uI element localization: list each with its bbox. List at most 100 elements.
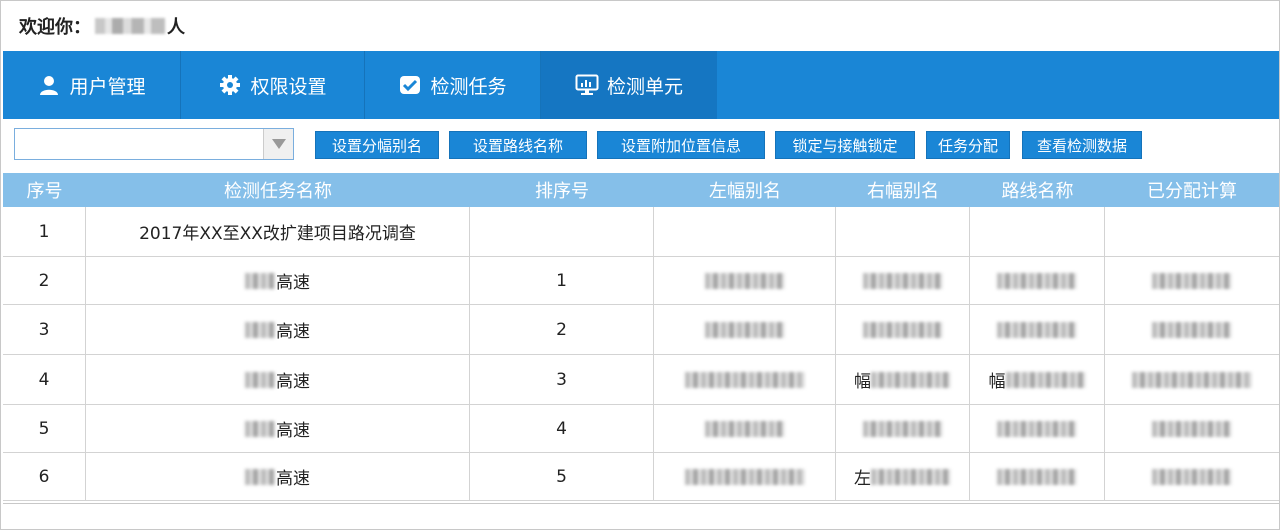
cell-index: 6 xyxy=(3,453,86,500)
welcome-bar: 欢迎你： 人 xyxy=(19,13,185,39)
col-header-sort[interactable]: 排序号 xyxy=(470,173,654,207)
cell-sort: 1 xyxy=(470,257,654,304)
masked-text xyxy=(871,468,951,485)
checkbox-icon xyxy=(398,73,422,97)
cell-left-alias xyxy=(654,355,836,404)
lock-unlock-button[interactable]: 锁定与接触锁定 xyxy=(775,131,915,159)
cell-index: 1 xyxy=(3,207,86,256)
cell-right-alias xyxy=(836,405,970,452)
masked-text xyxy=(245,272,275,289)
masked-username xyxy=(95,18,165,34)
cell-route-name xyxy=(970,257,1105,304)
tab-user-management[interactable]: 用户管理 xyxy=(3,51,181,119)
cell-right-alias xyxy=(836,305,970,354)
tab-label: 用户管理 xyxy=(69,75,146,98)
cell-assigned xyxy=(1105,257,1279,304)
set-route-name-button[interactable]: 设置路线名称 xyxy=(449,131,587,159)
masked-text xyxy=(997,272,1077,289)
tab-label: 检测单元 xyxy=(606,75,683,98)
cell-task-name: 高速 xyxy=(86,355,470,404)
view-data-button[interactable]: 查看检测数据 xyxy=(1022,131,1142,159)
tab-inspection-units[interactable]: 检测单元 xyxy=(541,51,717,119)
task-select[interactable] xyxy=(14,128,294,160)
task-assign-button[interactable]: 任务分配 xyxy=(926,131,1010,159)
main-nav: 用户管理 权限设置 检测任务 检测单元 xyxy=(3,51,1279,119)
masked-text xyxy=(862,272,943,289)
masked-text xyxy=(997,420,1077,437)
col-header-assigned[interactable]: 已分配计算 xyxy=(1105,173,1279,207)
col-header-right-alias[interactable]: 右幅别名 xyxy=(836,173,970,207)
cell-sort xyxy=(470,207,654,256)
table-row[interactable]: 4 高速 3 幅 幅 xyxy=(3,355,1279,405)
table-header: 序号 检测任务名称 排序号 左幅别名 右幅别名 路线名称 已分配计算 xyxy=(3,173,1279,207)
masked-text xyxy=(1132,371,1252,388)
col-header-route-name[interactable]: 路线名称 xyxy=(970,173,1105,207)
toolbar: 设置分幅别名 设置路线名称 设置附加位置信息 锁定与接触锁定 任务分配 查看检测… xyxy=(1,121,1280,171)
masked-text xyxy=(684,371,805,388)
user-icon xyxy=(37,73,61,97)
masked-text xyxy=(1005,371,1086,388)
table-body: 1 2017年XX至XX改扩建项目路况调查 2 高速 1 3 高速 2 4 高速… xyxy=(3,207,1279,501)
cell-index: 2 xyxy=(3,257,86,304)
tab-label: 检测任务 xyxy=(430,75,507,98)
tab-permission-settings[interactable]: 权限设置 xyxy=(181,51,365,119)
cell-route-name xyxy=(970,405,1105,452)
cell-route-name xyxy=(970,453,1105,500)
table-row[interactable]: 3 高速 2 xyxy=(3,305,1279,355)
cell-left-alias xyxy=(654,257,836,304)
table-row[interactable]: 5 高速 4 xyxy=(3,405,1279,453)
masked-text xyxy=(1152,420,1232,437)
gear-icon xyxy=(218,73,242,97)
cell-task-name: 高速 xyxy=(86,305,470,354)
cell-left-alias xyxy=(654,453,836,500)
cell-assigned xyxy=(1105,453,1279,500)
masked-text xyxy=(1152,321,1232,338)
tab-inspection-tasks[interactable]: 检测任务 xyxy=(365,51,541,119)
cell-sort: 4 xyxy=(470,405,654,452)
col-header-left-alias[interactable]: 左幅别名 xyxy=(654,173,836,207)
cell-task-name: 高速 xyxy=(86,257,470,304)
monitor-icon xyxy=(575,73,599,97)
table-row[interactable]: 6 高速 5 左 xyxy=(3,453,1279,501)
cell-index: 5 xyxy=(3,405,86,452)
cell-right-alias: 幅 xyxy=(836,355,970,404)
masked-text xyxy=(704,272,785,289)
col-header-task-name[interactable]: 检测任务名称 xyxy=(86,173,470,207)
masked-text xyxy=(862,321,943,338)
masked-text xyxy=(1152,272,1232,289)
table-row[interactable]: 1 2017年XX至XX改扩建项目路况调查 xyxy=(3,207,1279,257)
cell-index: 3 xyxy=(3,305,86,354)
cell-index: 4 xyxy=(3,355,86,404)
cell-route-name xyxy=(970,207,1105,256)
cell-sort: 5 xyxy=(470,453,654,500)
cell-task-name: 高速 xyxy=(86,405,470,452)
masked-text xyxy=(871,371,951,388)
cell-assigned xyxy=(1105,405,1279,452)
cell-route-name: 幅 xyxy=(970,355,1105,404)
cell-task-name: 高速 xyxy=(86,453,470,500)
col-header-index[interactable]: 序号 xyxy=(3,173,86,207)
cell-left-alias xyxy=(654,305,836,354)
set-frame-alias-button[interactable]: 设置分幅别名 xyxy=(315,131,439,159)
masked-text xyxy=(245,468,275,485)
dropdown-arrow-icon[interactable] xyxy=(263,129,293,159)
cell-sort: 2 xyxy=(470,305,654,354)
masked-text xyxy=(997,468,1077,485)
cell-sort: 3 xyxy=(470,355,654,404)
cell-task-name: 2017年XX至XX改扩建项目路况调查 xyxy=(86,207,470,256)
cell-assigned xyxy=(1105,355,1279,404)
cell-right-alias: 左 xyxy=(836,453,970,500)
table-bottom-border xyxy=(3,503,1279,504)
masked-text xyxy=(245,371,275,388)
cell-left-alias xyxy=(654,207,836,256)
masked-text xyxy=(997,321,1077,338)
app-frame: 欢迎你： 人 用户管理 权限设置 检测任务 检测单元 设置分幅别名 设置路线名称… xyxy=(0,0,1280,530)
masked-text xyxy=(862,420,943,437)
welcome-label: 欢迎你： xyxy=(19,17,91,38)
set-extra-position-button[interactable]: 设置附加位置信息 xyxy=(597,131,765,159)
masked-text xyxy=(1152,468,1232,485)
masked-text xyxy=(704,420,785,437)
cell-right-alias xyxy=(836,207,970,256)
table-row[interactable]: 2 高速 1 xyxy=(3,257,1279,305)
masked-text xyxy=(704,321,785,338)
